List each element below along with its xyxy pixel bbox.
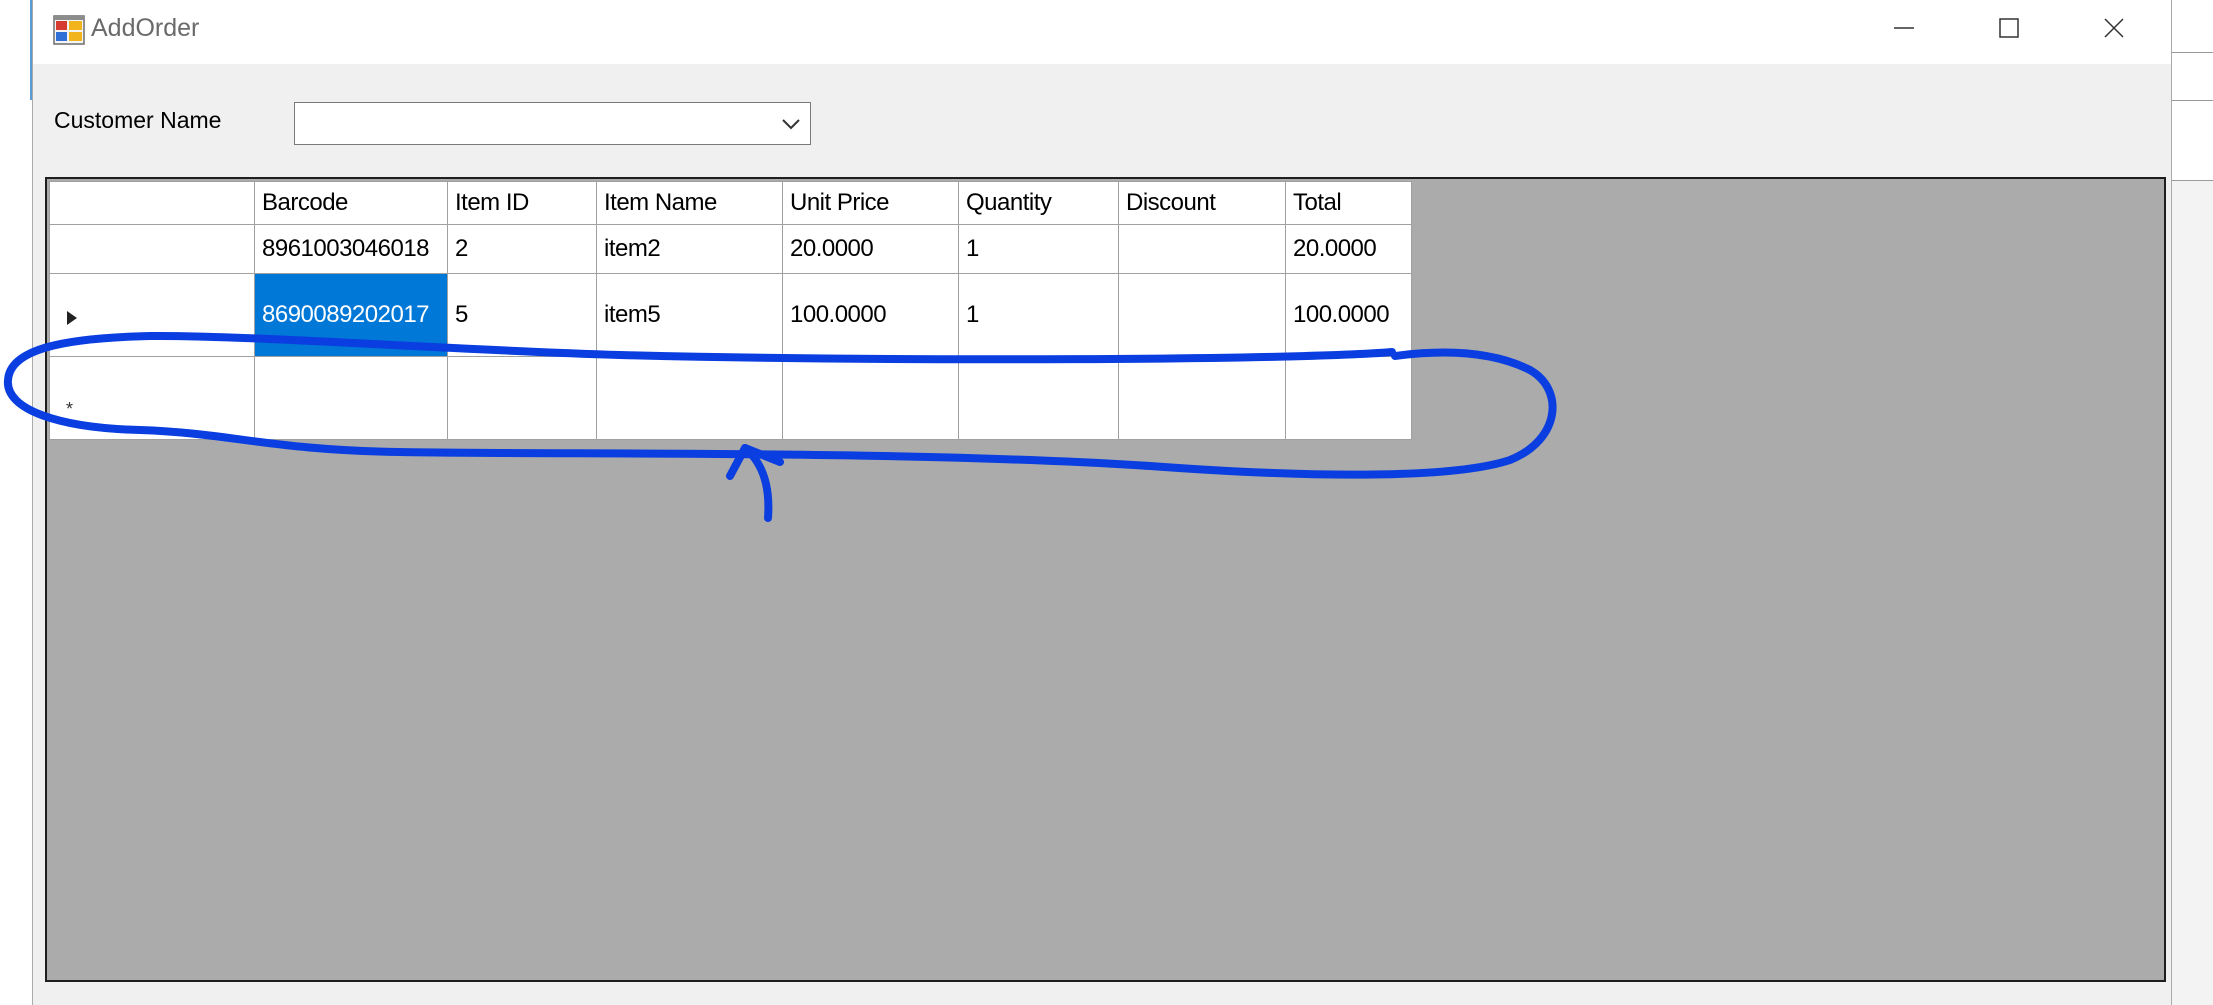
- cell-discount[interactable]: [1118, 224, 1286, 274]
- table-row[interactable]: 8961003046018 2 item2 20.0000 1 20.0000: [49, 224, 1412, 274]
- column-header-item-id[interactable]: Item ID: [447, 181, 597, 225]
- minimize-button[interactable]: [1851, 0, 1956, 56]
- cell-unit-price[interactable]: 100.0000: [782, 273, 959, 357]
- new-row[interactable]: *: [49, 356, 1412, 440]
- maximize-icon: [1998, 18, 2019, 38]
- background-window-top: [2170, 0, 2213, 180]
- cell-total[interactable]: [1285, 356, 1412, 440]
- cell-item-name[interactable]: [596, 356, 783, 440]
- cell-quantity[interactable]: 1: [958, 273, 1119, 357]
- table-row[interactable]: 8690089202017 5 item5 100.0000 1 100.000…: [49, 273, 1412, 357]
- order-items-table: Barcode Item ID Item Name Unit Price Qua…: [49, 181, 1412, 440]
- cell-quantity[interactable]: 1: [958, 224, 1119, 274]
- column-header-row: Barcode Item ID Item Name Unit Price Qua…: [49, 181, 1412, 225]
- customer-name-label: Customer Name: [54, 107, 222, 133]
- app-form-icon: [53, 15, 85, 45]
- cell-item-id[interactable]: 2: [447, 224, 597, 274]
- close-button[interactable]: [2061, 0, 2166, 56]
- row-header[interactable]: *: [49, 356, 255, 440]
- screen: AddOrder Customer Name Barcode Item ID I…: [0, 0, 2213, 1005]
- window-title: AddOrder: [91, 14, 200, 42]
- row-pointer-icon: [67, 311, 77, 325]
- row-header[interactable]: [49, 273, 255, 357]
- cell-total[interactable]: 100.0000: [1285, 273, 1412, 357]
- close-icon: [2103, 18, 2124, 38]
- cell-discount[interactable]: [1118, 356, 1286, 440]
- cell-item-name[interactable]: item2: [596, 224, 783, 274]
- column-header-unit-price[interactable]: Unit Price: [782, 181, 959, 225]
- cell-unit-price[interactable]: [782, 356, 959, 440]
- cell-quantity[interactable]: [958, 356, 1119, 440]
- order-items-grid[interactable]: Barcode Item ID Item Name Unit Price Qua…: [45, 177, 2166, 982]
- background-window: [2170, 0, 2213, 1005]
- column-header-item-name[interactable]: Item Name: [596, 181, 783, 225]
- divider: [2170, 180, 2213, 181]
- maximize-button[interactable]: [1956, 0, 2061, 56]
- desktop-edge: [0, 0, 32, 1005]
- cell-discount[interactable]: [1118, 273, 1286, 357]
- cell-item-name[interactable]: item5: [596, 273, 783, 357]
- column-header-quantity[interactable]: Quantity: [958, 181, 1119, 225]
- new-row-marker: *: [66, 399, 73, 419]
- chevron-down-icon[interactable]: [778, 111, 804, 137]
- cell-total[interactable]: 20.0000: [1285, 224, 1412, 274]
- divider: [2170, 100, 2213, 101]
- title-bar[interactable]: AddOrder: [33, 0, 2171, 64]
- top-left-header-cell[interactable]: [49, 181, 255, 225]
- cell-item-id[interactable]: [447, 356, 597, 440]
- row-header[interactable]: [49, 224, 255, 274]
- cell-barcode[interactable]: 8690089202017: [254, 273, 448, 357]
- column-header-barcode[interactable]: Barcode: [254, 181, 448, 225]
- column-header-discount[interactable]: Discount: [1118, 181, 1286, 225]
- addorder-window: AddOrder Customer Name Barcode Item ID I…: [32, 0, 2172, 1005]
- divider: [2170, 52, 2213, 53]
- customer-name-combobox[interactable]: [294, 102, 811, 145]
- cell-unit-price[interactable]: 20.0000: [782, 224, 959, 274]
- column-header-total[interactable]: Total: [1285, 181, 1412, 225]
- minimize-icon: [1893, 27, 1914, 29]
- cell-barcode[interactable]: 8961003046018: [254, 224, 448, 274]
- cell-item-id[interactable]: 5: [447, 273, 597, 357]
- cell-barcode[interactable]: [254, 356, 448, 440]
